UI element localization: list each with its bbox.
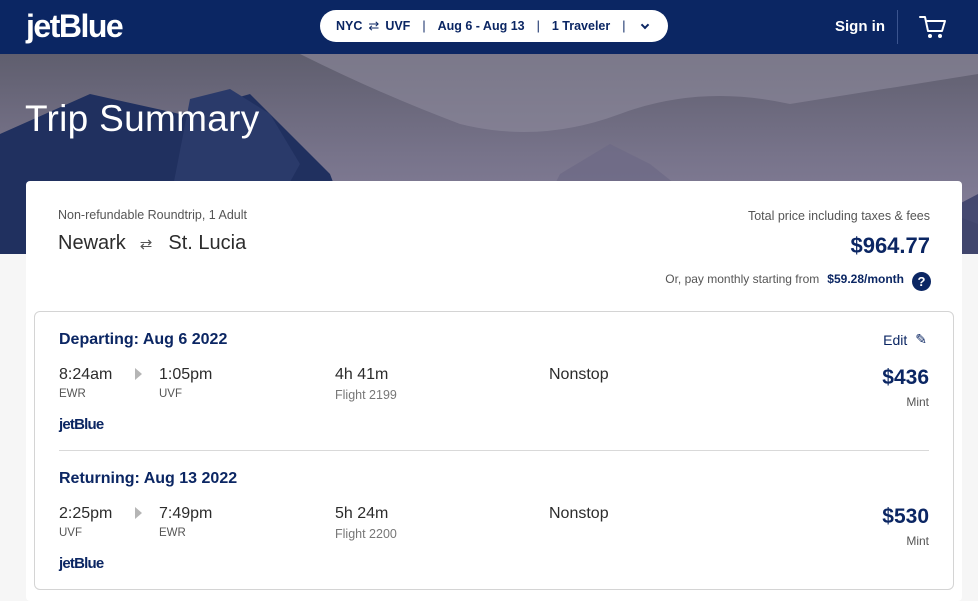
flight-duration: 5h 24m bbox=[335, 505, 389, 522]
stops-text: Nonstop bbox=[549, 366, 609, 383]
monthly-payment-amount: $59.28/month bbox=[827, 272, 904, 286]
total-price: $964.77 bbox=[850, 233, 930, 258]
edit-button[interactable]: Edit ✎ bbox=[883, 331, 927, 348]
leg-price: $436 bbox=[882, 366, 929, 389]
divider: | bbox=[422, 19, 426, 33]
depart-airport-code: EWR bbox=[59, 388, 86, 400]
flight-number: Flight 2200 bbox=[335, 527, 397, 541]
travelers-segment[interactable]: 1 Traveler bbox=[552, 19, 610, 33]
cabin-class: Mint bbox=[906, 534, 929, 548]
help-icon[interactable]: ? bbox=[912, 272, 931, 291]
dates-segment[interactable]: Aug 6 - Aug 13 bbox=[438, 19, 525, 33]
pencil-icon: ✎ bbox=[915, 331, 927, 347]
divider: | bbox=[536, 19, 540, 33]
depart-airport-code: UVF bbox=[59, 527, 82, 539]
top-nav-bar: jetBlue NYC ⇄ UVF | Aug 6 - Aug 13 | 1 T… bbox=[0, 0, 978, 54]
flight-number: Flight 2199 bbox=[335, 388, 397, 402]
arrow-right-icon bbox=[135, 368, 142, 380]
total-price-label: Total price including taxes & fees bbox=[747, 209, 930, 223]
monthly-payment-text: Or, pay monthly starting from $59.28/mont… bbox=[665, 272, 904, 286]
arrive-time: 7:49pm bbox=[159, 505, 213, 522]
leg-divider bbox=[59, 450, 929, 451]
sign-in-link[interactable]: Sign in bbox=[835, 18, 885, 35]
chevron-down-icon[interactable] bbox=[640, 20, 649, 29]
cabin-class: Mint bbox=[906, 395, 929, 409]
page-title: Trip Summary bbox=[25, 98, 260, 139]
trip-search-pill[interactable]: NYC ⇄ UVF | Aug 6 - Aug 13 | 1 Traveler … bbox=[320, 10, 668, 42]
flight-duration: 4h 41m bbox=[335, 366, 389, 383]
route-segment[interactable]: NYC ⇄ UVF bbox=[336, 18, 410, 34]
airline-logo: jetBlue bbox=[59, 555, 104, 572]
origin-code: NYC bbox=[336, 19, 363, 33]
arrow-right-icon bbox=[135, 507, 142, 519]
leg-title: Returning: Aug 13 2022 bbox=[59, 470, 238, 487]
stops-text: Nonstop bbox=[549, 505, 609, 522]
divider: | bbox=[622, 19, 626, 33]
route-heading: Newark ⇄ St. Lucia bbox=[58, 232, 246, 255]
cart-icon[interactable] bbox=[918, 13, 948, 41]
arrive-airport-code: EWR bbox=[159, 527, 186, 539]
swap-icon: ⇄ bbox=[368, 18, 380, 33]
arrive-airport-code: UVF bbox=[159, 388, 182, 400]
jetblue-logo[interactable]: jetBlue bbox=[26, 8, 124, 45]
trip-type-text: Non-refundable Roundtrip, 1 Adult bbox=[58, 208, 248, 222]
nav-divider bbox=[897, 10, 898, 44]
arrive-time: 1:05pm bbox=[159, 366, 213, 383]
leg-price: $530 bbox=[882, 505, 929, 528]
airline-logo: jetBlue bbox=[59, 416, 104, 433]
flights-list: Departing: Aug 6 2022 Edit ✎ 8:24am EWR … bbox=[34, 311, 954, 590]
depart-time: 8:24am bbox=[59, 366, 113, 383]
destination-city: St. Lucia bbox=[168, 232, 247, 254]
monthly-payment-label: Or, pay monthly starting from bbox=[665, 272, 820, 286]
origin-city: Newark bbox=[58, 232, 126, 254]
destination-code: UVF bbox=[385, 19, 411, 33]
edit-label: Edit bbox=[883, 331, 908, 348]
swap-icon: ⇄ bbox=[139, 235, 153, 253]
depart-time: 2:25pm bbox=[59, 505, 113, 522]
leg-title: Departing: Aug 6 2022 bbox=[59, 331, 228, 348]
